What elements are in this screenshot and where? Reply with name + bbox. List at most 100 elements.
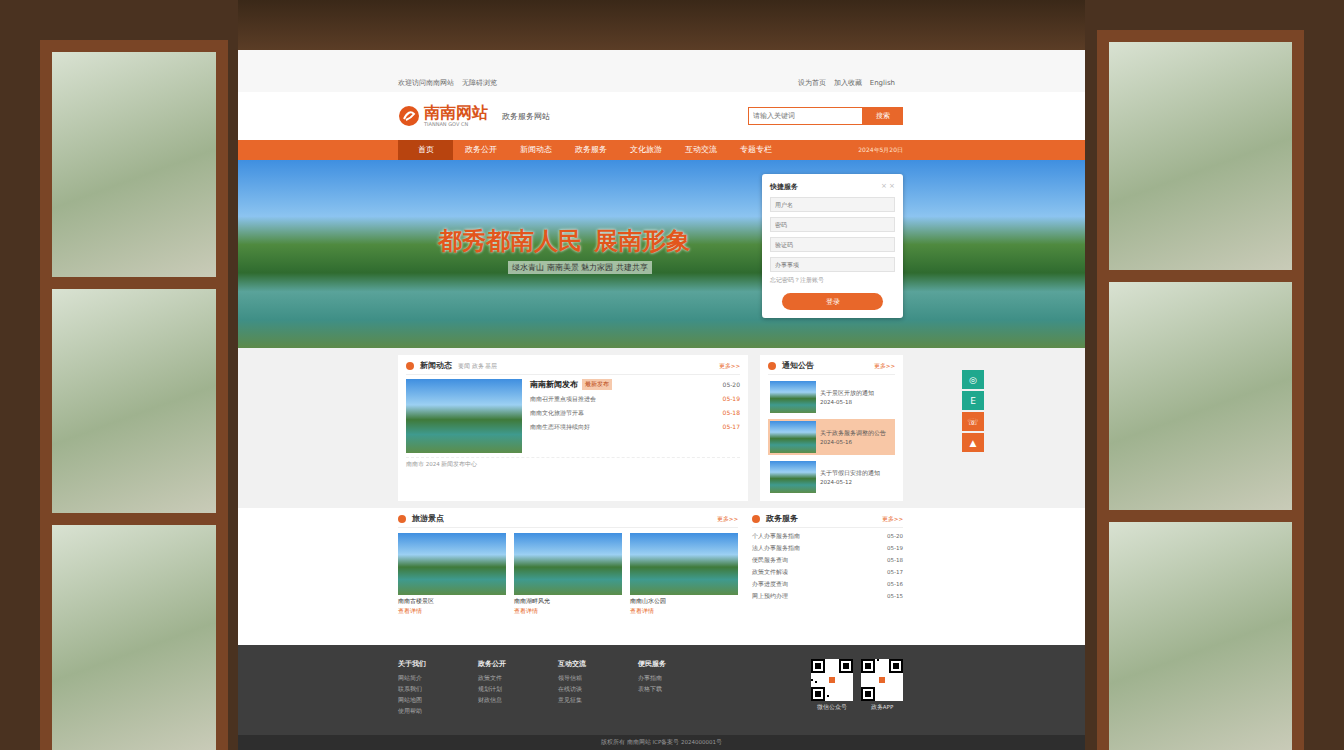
utility-link[interactable]: English <box>870 79 895 87</box>
logo[interactable]: 南南网站TIANNAN GOV CN政务服务网站 <box>398 105 550 127</box>
notice-text: 关于节假日安排的通知2024-05-12 <box>820 470 880 485</box>
glass-pane <box>52 52 216 277</box>
card-title: 旅游景点 <box>412 514 444 524</box>
scenic-photo <box>630 533 738 595</box>
footer-link[interactable]: 政策文件 <box>478 675 558 682</box>
nav-item[interactable]: 专题专栏 <box>728 140 783 160</box>
notice-text: 关于景区开放的通知2024-05-18 <box>820 390 874 405</box>
logo-icon <box>398 105 420 127</box>
window-sash[interactable] <box>1097 30 1304 750</box>
notice-item[interactable]: 关于景区开放的通知2024-05-18 <box>768 379 895 415</box>
service-text: 网上预约办理 <box>752 593 788 600</box>
scenic-photo <box>398 533 506 595</box>
login-field[interactable] <box>770 237 895 252</box>
news-row[interactable]: 南南召开重点项目推进会05-19 <box>530 395 740 404</box>
footer-link[interactable]: 办事指南 <box>638 675 718 682</box>
banner-title-right: 展南形象 <box>594 225 690 257</box>
login-button[interactable]: 登录 <box>782 293 883 310</box>
notice-item[interactable]: 关于节假日安排的通知2024-05-12 <box>768 459 895 495</box>
scenic-card[interactable]: 南南湖畔风光查看详情 <box>514 533 622 615</box>
login-close[interactable]: × × <box>881 182 895 192</box>
service-date: 05-17 <box>887 569 903 576</box>
footer-link[interactable]: 意见征集 <box>558 697 638 704</box>
news-row[interactable]: 南南生态环境持续向好05-17 <box>530 423 740 432</box>
login-field[interactable] <box>770 217 895 232</box>
nav-item[interactable]: 文化旅游 <box>618 140 673 160</box>
service-text: 个人办事服务指南 <box>752 533 800 540</box>
news-headline[interactable]: 南南新闻发布最新发布05-20 <box>530 379 740 390</box>
footer-link[interactable]: 表格下载 <box>638 686 718 693</box>
news-row[interactable]: 南南文化旅游节开幕05-18 <box>530 409 740 418</box>
utility-link[interactable]: 加入收藏 <box>834 79 862 87</box>
footer-column: 便民服务办事指南表格下载 <box>638 659 718 715</box>
copyright-bar: 版权所有 南南网站 ICP备案号 2024000001号 <box>238 735 1085 750</box>
more-link[interactable]: 更多>> <box>717 516 738 523</box>
login-field[interactable] <box>770 197 895 212</box>
nav-item[interactable]: 政务公开 <box>453 140 508 160</box>
service-row[interactable]: 网上预约办理05-15 <box>752 593 903 600</box>
nav-wrap: 首页政务公开新闻动态政务服务文化旅游互动交流专题专栏2024年5月20日 <box>398 140 903 160</box>
scenic-row: 南南古楼景区查看详情南南湖畔风光查看详情南南山水公园查看详情 <box>398 533 738 615</box>
footer-link[interactable]: 网站简介 <box>398 675 478 682</box>
glass-pane <box>52 525 216 750</box>
footer-link[interactable]: 领导信箱 <box>558 675 638 682</box>
header: 南南网站TIANNAN GOV CN政务服务网站 搜索 <box>238 92 1085 140</box>
footer-link[interactable]: 网站地图 <box>398 697 478 704</box>
scenic-card[interactable]: 南南山水公园查看详情 <box>630 533 738 615</box>
footer-column: 政务公开政策文件规划计划财政信息 <box>478 659 558 715</box>
footer-title: 关于我们 <box>398 659 478 669</box>
login-title: 快捷服务 <box>770 182 798 192</box>
scenic-sub: 查看详情 <box>630 608 738 615</box>
login-hint[interactable]: 忘记密码？注册账号 <box>770 277 895 284</box>
service-row[interactable]: 政策文件解读 05-17 <box>752 569 903 576</box>
nav-item[interactable]: 政务服务 <box>563 140 618 160</box>
main-nav: 首页政务公开新闻动态政务服务文化旅游互动交流专题专栏2024年5月20日 <box>238 140 1085 160</box>
utility-link[interactable]: 设为首页 <box>798 79 826 87</box>
news-footer: 南南市 2024 新闻发布中心 <box>406 457 740 468</box>
service-row[interactable]: 个人办事服务指南05-20 <box>752 533 903 540</box>
right-window-frame <box>1085 0 1344 750</box>
footer-link[interactable]: 财政信息 <box>478 697 558 704</box>
nav-item[interactable]: 首页 <box>398 140 453 160</box>
login-field[interactable] <box>770 257 895 272</box>
side-button[interactable]: ▲ <box>962 433 984 452</box>
notice-date: 2024-05-12 <box>820 479 880 485</box>
service-text: 政策文件解读 <box>752 569 788 576</box>
footer-link[interactable]: 联系我们 <box>398 686 478 693</box>
nav-item[interactable]: 互动交流 <box>673 140 728 160</box>
news-photo <box>406 379 522 453</box>
service-row[interactable]: 便民服务查询05-18 <box>752 557 903 564</box>
more-link[interactable]: 更多>> <box>882 516 903 523</box>
side-button[interactable]: ◎ <box>962 370 984 389</box>
search-button[interactable]: 搜索 <box>863 107 903 125</box>
notice-photo <box>770 461 816 493</box>
footer-link[interactable]: 在线访谈 <box>558 686 638 693</box>
window-sash[interactable] <box>40 40 228 750</box>
news-wrap: 新闻动态要闻 政务 基层 更多>> 南南新闻发布最新发布05-20 南南召开重点项目推… <box>398 355 903 501</box>
utility-link[interactable]: 欢迎访问南南网站 <box>398 79 454 87</box>
footer: 关于我们网站简介联系我们网站地图使用帮助政务公开政策文件规划计划财政信息互动交流… <box>238 645 1085 735</box>
news-list: 南南新闻发布最新发布05-20 南南召开重点项目推进会05-19 南南文化旅游节开幕… <box>530 379 740 453</box>
service-row[interactable]: 办事进度查询05-16 <box>752 581 903 588</box>
side-button[interactable]: ☏ <box>962 412 984 431</box>
scenic-wrap: 旅游景点更多>>南南古楼景区查看详情南南湖畔风光查看详情南南山水公园查看详情政务… <box>398 514 903 639</box>
utility-right: 设为首页加入收藏 English <box>798 78 903 88</box>
scenic-panel: 旅游景点 更多>> 南南古楼景区查看详情南南湖畔风光查看详情南南山水公园查看详情 <box>398 514 738 639</box>
footer-link[interactable]: 规划计划 <box>478 686 558 693</box>
card-header: 通知公告更多>> <box>768 361 895 375</box>
window-opening: 欢迎访问南南网站无障碍浏览 设为首页加入收藏 English 南南网站TIANNAN … <box>238 0 1085 750</box>
service-row[interactable]: 法人办事服务指南05-19 <box>752 545 903 552</box>
utility-wrap: 欢迎访问南南网站无障碍浏览 设为首页加入收藏 English <box>398 78 903 88</box>
scenic-caption: 南南山水公园 <box>630 597 738 606</box>
side-button[interactable]: E <box>962 391 984 410</box>
notice-item[interactable]: 关于政务服务调整的公告2024-05-16 <box>768 419 895 455</box>
card-title: 新闻动态 <box>420 361 452 371</box>
more-link[interactable]: 更多>> <box>874 363 895 370</box>
more-link[interactable]: 更多>> <box>719 363 740 370</box>
card-tabs[interactable]: 要闻 政务 基层 <box>458 363 498 370</box>
search-input[interactable] <box>748 107 863 125</box>
footer-link[interactable]: 使用帮助 <box>398 708 478 715</box>
scenic-card[interactable]: 南南古楼景区查看详情 <box>398 533 506 615</box>
nav-item[interactable]: 新闻动态 <box>508 140 563 160</box>
utility-link[interactable]: 无障碍浏览 <box>462 79 497 87</box>
